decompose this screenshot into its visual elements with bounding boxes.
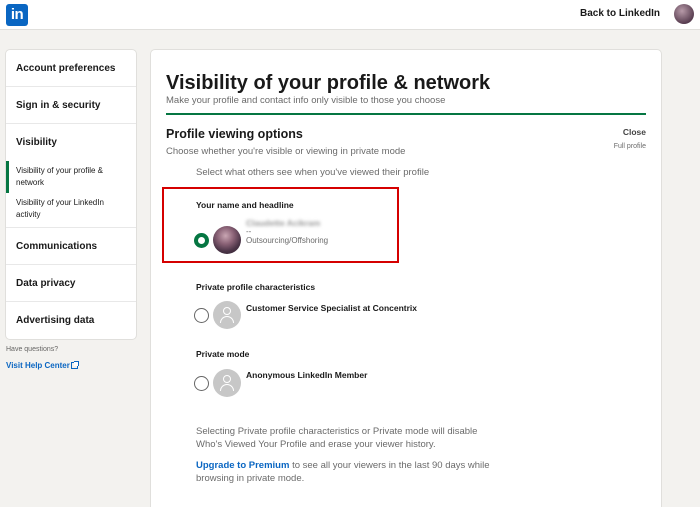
close-hint: Full profile — [613, 143, 646, 150]
option-label-private-mode: Private mode — [196, 349, 250, 359]
help-center-link[interactable]: Visit Help Center — [6, 361, 79, 370]
radio-private-mode[interactable] — [194, 376, 209, 391]
section-subtitle: Choose whether you're visible or viewing… — [166, 146, 406, 157]
premium-upsell: Upgrade to Premium to see all your viewe… — [196, 459, 506, 485]
instruction-text: Select what others see when you've viewe… — [196, 167, 430, 178]
help-question: Have questions? — [6, 346, 59, 353]
sidebar-item-advertising-data[interactable]: Advertising data — [6, 302, 136, 339]
section-title: Profile viewing options — [166, 127, 303, 141]
ghost-avatar-icon — [213, 301, 241, 329]
close-button[interactable]: Close — [623, 127, 646, 137]
page-subtitle: Make your profile and contact info only … — [166, 95, 446, 106]
help-center-label: Visit Help Center — [6, 361, 70, 370]
ghost-avatar-icon — [213, 369, 241, 397]
page-title: Visibility of your profile & network — [166, 72, 491, 94]
sidebar-item-communications[interactable]: Communications — [6, 228, 136, 265]
option-label-private-characteristics: Private profile characteristics — [196, 282, 316, 292]
option-preview-private-characteristics: Customer Service Specialist at Concentri… — [246, 303, 417, 313]
back-to-linkedin-link[interactable]: Back to LinkedIn — [580, 8, 660, 19]
upgrade-premium-link[interactable]: Upgrade to Premium — [196, 460, 289, 471]
external-link-icon — [70, 361, 79, 369]
sidebar-item-visibility[interactable]: Visibility — [6, 124, 136, 161]
linkedin-logo-icon[interactable]: in — [6, 4, 28, 26]
highlight-box — [162, 187, 399, 263]
visibility-subitems: Visibility of your profile & network Vis… — [6, 161, 136, 228]
user-avatar[interactable] — [674, 4, 694, 24]
sidebar-item-data-privacy[interactable]: Data privacy — [6, 265, 136, 302]
sidebar-subitem-profile-network[interactable]: Visibility of your profile & network — [6, 161, 136, 193]
radio-private-characteristics[interactable] — [194, 308, 209, 323]
settings-sidebar: Account preferences Sign in & security V… — [6, 50, 136, 339]
private-mode-warning: Selecting Private profile characteristic… — [196, 426, 478, 450]
settings-main-card: Visibility of your profile & network Mak… — [151, 50, 661, 507]
option-preview-private-mode: Anonymous LinkedIn Member — [246, 370, 367, 380]
sidebar-item-sign-in-security[interactable]: Sign in & security — [6, 87, 136, 124]
title-divider — [166, 113, 646, 115]
sidebar-item-account-preferences[interactable]: Account preferences — [6, 50, 136, 87]
private-characteristics-text: Customer Service Specialist at Concentri… — [246, 303, 418, 313]
anonymous-member-text: Anonymous LinkedIn Member — [246, 370, 368, 380]
top-bar: in Back to LinkedIn — [0, 0, 700, 30]
sidebar-subitem-linkedin-activity[interactable]: Visibility of your LinkedIn activity — [6, 193, 136, 225]
